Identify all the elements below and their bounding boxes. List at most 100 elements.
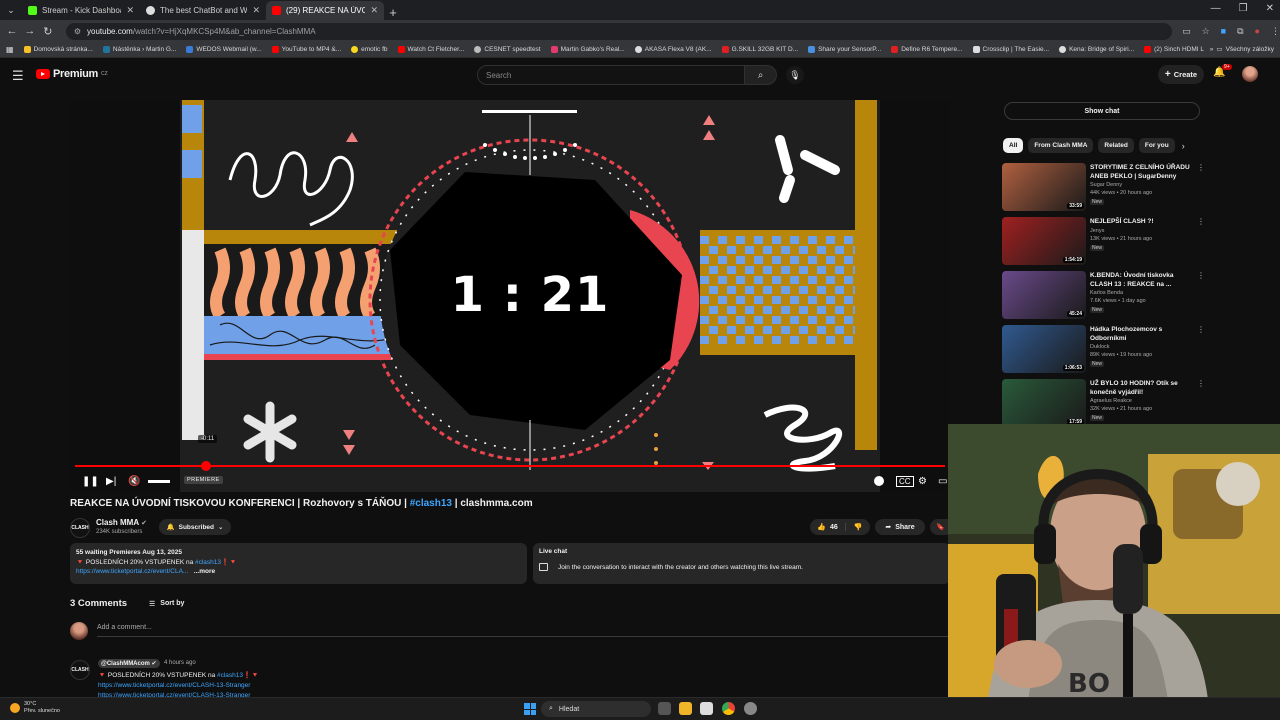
- recommended-video[interactable]: 1:06:53 Hádka Plochozemcov s Odborníkmi Du…: [1002, 325, 1206, 375]
- bookmark-item[interactable]: Share your SensorP...: [808, 46, 881, 53]
- hamburger-menu-icon[interactable]: ☰: [12, 68, 24, 84]
- extension-icon[interactable]: ■: [1221, 26, 1226, 37]
- cast-icon[interactable]: ▭: [1182, 26, 1191, 37]
- forward-arrow-icon[interactable]: →: [24, 25, 36, 37]
- search-button[interactable]: ⌕: [745, 65, 777, 85]
- puzzle-icon[interactable]: ⧉: [1237, 26, 1243, 37]
- settings-app-icon[interactable]: [744, 702, 757, 715]
- file-explorer-icon[interactable]: [679, 702, 692, 715]
- address-bar[interactable]: ⚙ youtube.com/watch?v=HjXqMKCSp4M&ab_cha…: [65, 22, 1173, 40]
- bookmark-item[interactable]: AKASA Flexa V8 (AK...: [634, 46, 712, 53]
- comment-link[interactable]: https://www.ticketportal.cz/event/CLASH-…: [98, 682, 250, 689]
- video-channel[interactable]: Sugar Denny: [1090, 182, 1122, 188]
- reload-icon[interactable]: ↻: [42, 25, 54, 38]
- chip-all[interactable]: All: [1003, 138, 1024, 153]
- bookmark-item[interactable]: emotic fb: [351, 46, 388, 53]
- miniplayer-icon[interactable]: ▭: [938, 476, 947, 487]
- description-box[interactable]: 55 waiting Premieres Aug 13, 2025 🔻 POSL…: [70, 543, 527, 584]
- bookmark-item[interactable]: Domovská stránka...: [23, 46, 93, 53]
- more-options-kebab-icon[interactable]: ⋮: [1197, 379, 1205, 388]
- video-thumbnail[interactable]: 33:59: [1002, 163, 1086, 211]
- dislike-button[interactable]: 👎: [846, 523, 870, 531]
- next-track-icon[interactable]: ▶|: [106, 476, 116, 487]
- bookmark-item[interactable]: CESNET speedtest: [474, 46, 541, 53]
- volume-slider[interactable]: [148, 480, 170, 483]
- all-bookmarks[interactable]: » ▭ Všechny záložky: [1203, 45, 1274, 53]
- close-tab-icon[interactable]: ✕: [370, 5, 378, 16]
- video-title[interactable]: NEJLEPŠÍ CLASH ?!: [1090, 217, 1194, 226]
- bookmark-item[interactable]: WEDOS Webmail (w...: [186, 46, 262, 53]
- video-thumbnail[interactable]: 45:24: [1002, 271, 1086, 319]
- video-title[interactable]: STORYTIME Z CELNÍHO ÚŘADU ANEB PEKLO | S…: [1090, 163, 1194, 181]
- new-tab-plus-icon[interactable]: +: [384, 5, 402, 20]
- comment-author[interactable]: @ClashMMAcom ✔: [98, 659, 160, 668]
- video-channel[interactable]: Jenys: [1090, 228, 1104, 234]
- show-more-button[interactable]: ...more: [194, 568, 215, 575]
- more-options-kebab-icon[interactable]: ⋮: [1197, 217, 1205, 226]
- bookmark-item[interactable]: Kena: Bridge of Spiri...: [1059, 46, 1134, 53]
- share-button[interactable]: ➦ Share: [875, 519, 925, 535]
- minimize-icon[interactable]: —: [1211, 3, 1221, 14]
- chevron-right-icon[interactable]: ›: [1182, 141, 1185, 151]
- video-thumbnail[interactable]: 1:54:19: [1002, 217, 1086, 265]
- comment-hashtag-link[interactable]: #clash13: [217, 672, 243, 679]
- more-options-kebab-icon[interactable]: ⋮: [1197, 163, 1205, 172]
- sort-by-button[interactable]: ☰ Sort by: [149, 600, 184, 608]
- bookmark-item[interactable]: YouTube to MP4 &...: [271, 46, 341, 53]
- ticket-link[interactable]: https://www.ticketportal.cz/event/CLA...: [76, 568, 188, 575]
- video-thumbnail[interactable]: 1:06:53: [1002, 325, 1086, 373]
- back-arrow-icon[interactable]: ←: [6, 25, 18, 37]
- close-tab-icon[interactable]: ✕: [252, 5, 260, 16]
- show-chat-button[interactable]: Show chat: [1004, 102, 1200, 120]
- subscribed-button[interactable]: 🔔 Subscribed ⌄: [159, 519, 231, 535]
- description-hashtag-link[interactable]: #clash13: [195, 559, 221, 566]
- pause-icon[interactable]: ❚❚: [82, 476, 99, 487]
- maximize-icon[interactable]: ❐: [1239, 3, 1248, 14]
- video-title[interactable]: Hádka Plochozemcov s Odborníkmi: [1090, 325, 1194, 343]
- captions-icon[interactable]: CC: [896, 475, 914, 487]
- youtube-premium-logo[interactable]: Premium CZ: [36, 68, 108, 80]
- create-button[interactable]: + Create: [1158, 65, 1204, 84]
- like-button[interactable]: 👍 46: [810, 523, 846, 531]
- video-channel[interactable]: Duklock: [1090, 344, 1110, 350]
- recommended-video[interactable]: 45:24 K.BENDA: Úvodní tiskovka CLASH 13 :…: [1002, 271, 1206, 321]
- video-player[interactable]: 1 : 21 -0:11 PREMIERE ❚❚ ▶| 🔇 CC ⚙ ▭: [70, 100, 950, 492]
- video-title[interactable]: UŽ BYLO 10 HODIN? Otík se konečně vyjádř…: [1090, 379, 1194, 397]
- channel-avatar[interactable]: CLASH: [70, 518, 90, 538]
- account-avatar[interactable]: [1242, 66, 1258, 82]
- video-thumbnail[interactable]: 17:59: [1002, 379, 1086, 427]
- browser-tab-kick[interactable]: Stream - Kick Dashboard ✕: [22, 1, 140, 20]
- profile-icon[interactable]: ●: [1255, 26, 1260, 37]
- bookmark-star-icon[interactable]: ☆: [1202, 26, 1210, 37]
- bookmark-item[interactable]: Crossclip | The Easie...: [972, 46, 1049, 53]
- chip-related[interactable]: Related: [1098, 138, 1134, 153]
- chrome-icon[interactable]: [722, 702, 735, 715]
- channel-name[interactable]: Clash MMA ✔: [96, 518, 147, 527]
- taskbar-search[interactable]: ⌕ Hledat: [541, 701, 651, 717]
- windows-start-icon[interactable]: [524, 703, 536, 715]
- recommended-video[interactable]: 17:59 UŽ BYLO 10 HODIN? Otík se konečně v…: [1002, 379, 1206, 429]
- live-chat-box[interactable]: Live chat Join the conversation to inter…: [533, 543, 950, 584]
- more-options-kebab-icon[interactable]: ⋮: [1197, 271, 1205, 280]
- video-channel[interactable]: Karlos Benda: [1090, 290, 1123, 296]
- recommended-video[interactable]: 33:59 STORYTIME Z CELNÍHO ÚŘADU ANEB PEKL…: [1002, 163, 1206, 213]
- task-view-icon[interactable]: [658, 702, 671, 715]
- apps-grid-icon[interactable]: ▦: [6, 45, 14, 54]
- search-input[interactable]: [477, 65, 745, 85]
- site-info-icon[interactable]: ⚙: [74, 27, 81, 36]
- bookmark-item[interactable]: Nástěnka › Martin G...: [102, 46, 176, 53]
- voice-search-mic-icon[interactable]: 🎙: [786, 66, 804, 84]
- video-channel[interactable]: Agraelus Reakce: [1090, 398, 1132, 404]
- title-hashtag-link[interactable]: #clash13: [410, 498, 452, 509]
- bookmark-item[interactable]: G.SKILL 32GB KIT D...: [721, 46, 798, 53]
- recommended-video[interactable]: 1:54:19 NEJLEPŠÍ CLASH ?! Jenys 13K views •…: [1002, 217, 1206, 267]
- chip-from-channel[interactable]: From Clash MMA: [1028, 138, 1094, 153]
- seek-scrubber-handle[interactable]: [200, 461, 211, 471]
- browser-tab-chatbot[interactable]: The best ChatBot and Widgets ✕: [140, 1, 266, 20]
- video-title[interactable]: K.BENDA: Úvodní tiskovka CLASH 13 : REAK…: [1090, 271, 1194, 289]
- bookmark-item[interactable]: Watch Ct Fletcher...: [397, 46, 464, 53]
- bookmark-item[interactable]: Martin Gabko's Real...: [550, 46, 625, 53]
- bookmark-item[interactable]: Define R6 Tempere...: [891, 46, 963, 53]
- settings-gear-icon[interactable]: ⚙: [918, 476, 927, 487]
- more-options-kebab-icon[interactable]: ⋮: [1197, 325, 1205, 334]
